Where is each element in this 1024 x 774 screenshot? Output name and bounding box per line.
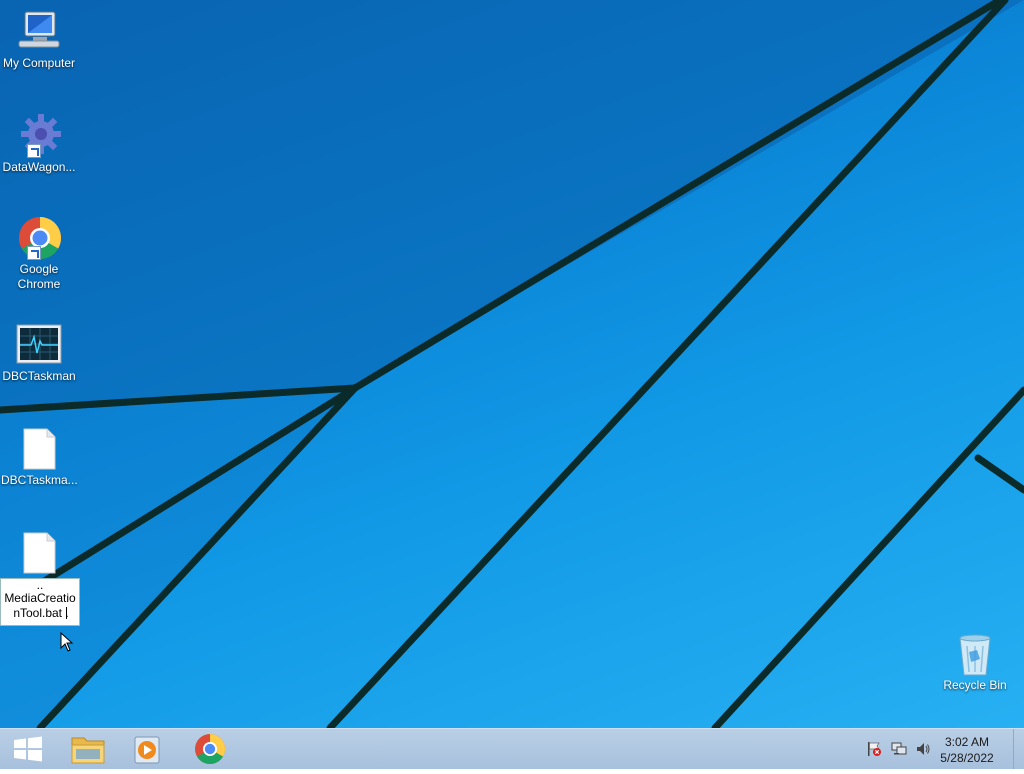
- rename-line-3: nTool.bat .: [1, 606, 79, 621]
- taskbar-media-player[interactable]: [120, 729, 176, 769]
- volume-icon[interactable]: [915, 741, 931, 757]
- mouse-cursor-icon: [60, 632, 74, 652]
- taskbar: 3:02 AM 5/28/2022: [0, 728, 1024, 769]
- desktop-icon-recycle-bin[interactable]: Recycle Bin: [936, 632, 1014, 693]
- blank-file-icon: [15, 427, 63, 471]
- chrome-icon: [195, 734, 226, 765]
- taskbar-chrome[interactable]: [182, 729, 238, 769]
- system-clock[interactable]: 3:02 AM 5/28/2022: [932, 734, 1002, 766]
- show-desktop-button[interactable]: [1013, 729, 1024, 769]
- task-manager-icon: [15, 323, 63, 367]
- blank-file-icon: [15, 531, 63, 575]
- desktop-icon-label: DBCTaskman: [2, 369, 76, 383]
- media-player-icon: [134, 736, 160, 764]
- desktop-icon-label: DataWagon...: [2, 160, 76, 174]
- wallpaper: [0, 0, 1024, 728]
- desktop-icon-label: My Computer: [2, 56, 76, 70]
- desktop-icon-dbctaskman-file[interactable]: DBCTaskma...: [0, 427, 78, 488]
- desktop-icon-label: DBCTaskma...: [1, 473, 78, 487]
- shortcut-arrow-icon: [27, 246, 41, 260]
- recycle-bin-icon: [951, 632, 999, 676]
- clock-time: 3:02 AM: [944, 735, 990, 749]
- desktop-icon-label: Recycle Bin: [943, 678, 1007, 692]
- gear-icon: [15, 114, 63, 158]
- desktop-icon-dbctaskman[interactable]: DBCTaskman: [0, 323, 78, 384]
- desktop-icon-my-computer[interactable]: My Computer: [0, 10, 78, 71]
- taskbar-file-explorer[interactable]: [60, 729, 116, 769]
- desktop-icon-datawagon[interactable]: DataWagon...: [0, 114, 78, 175]
- desktop[interactable]: My Computer DataWagon... Google Chrome D…: [0, 0, 1024, 728]
- network-icon[interactable]: [891, 741, 907, 757]
- text-caret: [65, 607, 67, 619]
- rename-line-3-text: nTool.bat .: [13, 606, 69, 620]
- rename-line-1: ..: [36, 578, 44, 592]
- clock-date: 5/28/2022: [940, 751, 994, 765]
- rename-line-2: MediaCreatio: [4, 591, 76, 605]
- file-explorer-icon: [71, 737, 105, 764]
- rename-textbox[interactable]: .. MediaCreatio nTool.bat .: [0, 578, 80, 626]
- desktop-icon-google-chrome[interactable]: Google Chrome: [0, 216, 78, 292]
- shortcut-arrow-icon: [27, 144, 41, 158]
- desktop-icon-label: Google Chrome: [17, 262, 61, 291]
- start-button[interactable]: [0, 729, 56, 769]
- action-center-flag-icon[interactable]: [866, 741, 882, 757]
- chrome-icon: [15, 216, 63, 260]
- desktop-icon-mediacreationtool[interactable]: [0, 531, 78, 577]
- computer-icon: [15, 10, 63, 54]
- windows-start-icon: [14, 736, 42, 762]
